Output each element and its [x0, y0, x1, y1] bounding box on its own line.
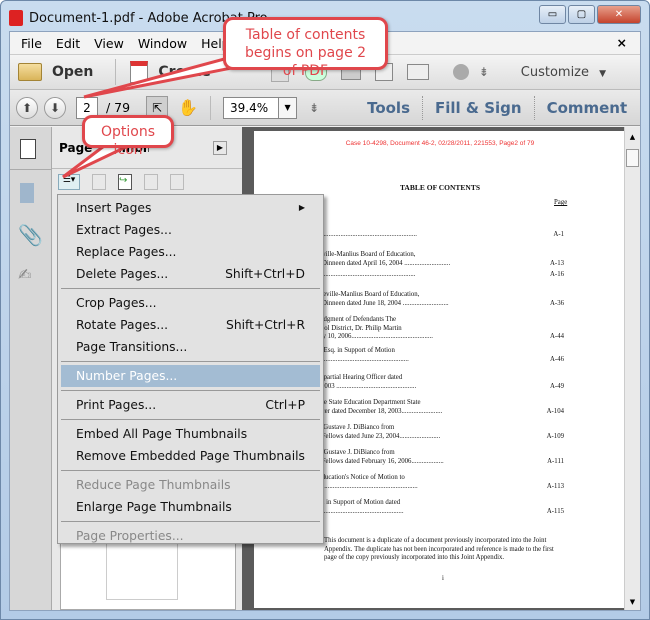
- toc-callout: Table of contents begins on page 2 of PD…: [223, 17, 388, 79]
- callout-pointers: [62, 50, 266, 179]
- options-callout: Options icon: [82, 115, 174, 158]
